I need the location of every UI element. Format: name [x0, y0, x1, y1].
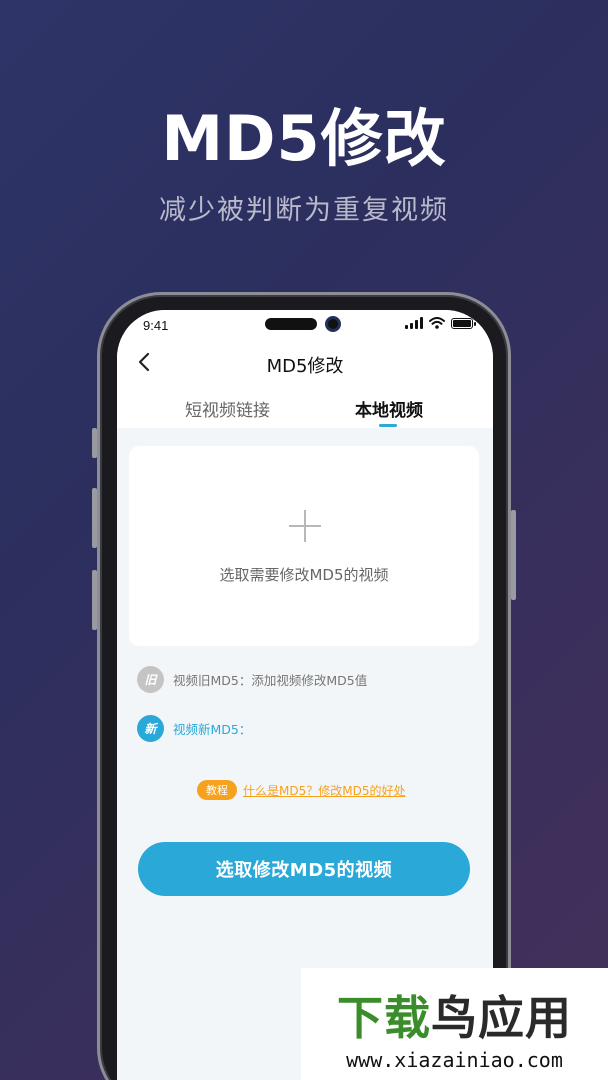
phone-side-button [92, 428, 97, 458]
tutorial-badge: 教程 [197, 780, 237, 800]
camera-icon [325, 316, 341, 332]
watermark-logo-part1: 下载 [337, 991, 431, 1045]
phone-side-button [511, 510, 516, 600]
watermark-url: www.xiazainiao.com [346, 1048, 563, 1072]
tutorial-link[interactable]: 什么是MD5？修改MD5的好处 [243, 782, 405, 799]
old-md5-badge: 旧 [137, 666, 164, 693]
phone-side-button [92, 488, 97, 548]
signal-icon [405, 317, 423, 329]
old-md5-text: 视频旧MD5：添加视频修改MD5值 [173, 673, 368, 688]
tab-local-video[interactable]: 本地视频 [355, 396, 423, 421]
hero-subtitle: 减少被判断为重复视频 [159, 195, 449, 226]
page-title: MD5修改 [266, 356, 344, 377]
new-md5-row: 新 视频新MD5： [137, 715, 251, 742]
new-md5-badge: 新 [137, 715, 164, 742]
watermark-logo: 下载鸟应用 [301, 982, 608, 1048]
top-bar: 9:41 MD5修改 短视频链接 本地视频 [117, 310, 493, 428]
plus-icon [289, 510, 321, 542]
select-video-button[interactable]: 选取修改MD5的视频 [138, 842, 470, 896]
upload-label: 选取需要修改MD5的视频 [219, 566, 389, 584]
video-upload-area[interactable]: 选取需要修改MD5的视频 [129, 446, 479, 646]
dynamic-island [265, 318, 317, 330]
status-icons [405, 317, 476, 329]
watermark-logo-part2: 鸟应用 [431, 991, 572, 1045]
phone-screen: 9:41 MD5修改 短视频链接 本地视频 选取需要修改MD5的视频 旧 视频旧… [117, 310, 493, 1080]
tutorial-row: 教程 什么是MD5？修改MD5的好处 [197, 780, 405, 800]
old-md5-row: 旧 视频旧MD5：添加视频修改MD5值 [137, 666, 367, 693]
hero-title: MD5修改 [161, 102, 447, 175]
tab-active-indicator [379, 424, 397, 427]
battery-icon [451, 317, 476, 329]
new-md5-text: 视频新MD5： [173, 722, 252, 737]
status-time: 9:41 [143, 318, 169, 333]
phone-side-button [92, 570, 97, 630]
tab-short-video-link[interactable]: 短视频链接 [185, 396, 270, 421]
watermark: 下载鸟应用 www.xiazainiao.com [301, 968, 608, 1080]
wifi-icon [429, 317, 445, 329]
